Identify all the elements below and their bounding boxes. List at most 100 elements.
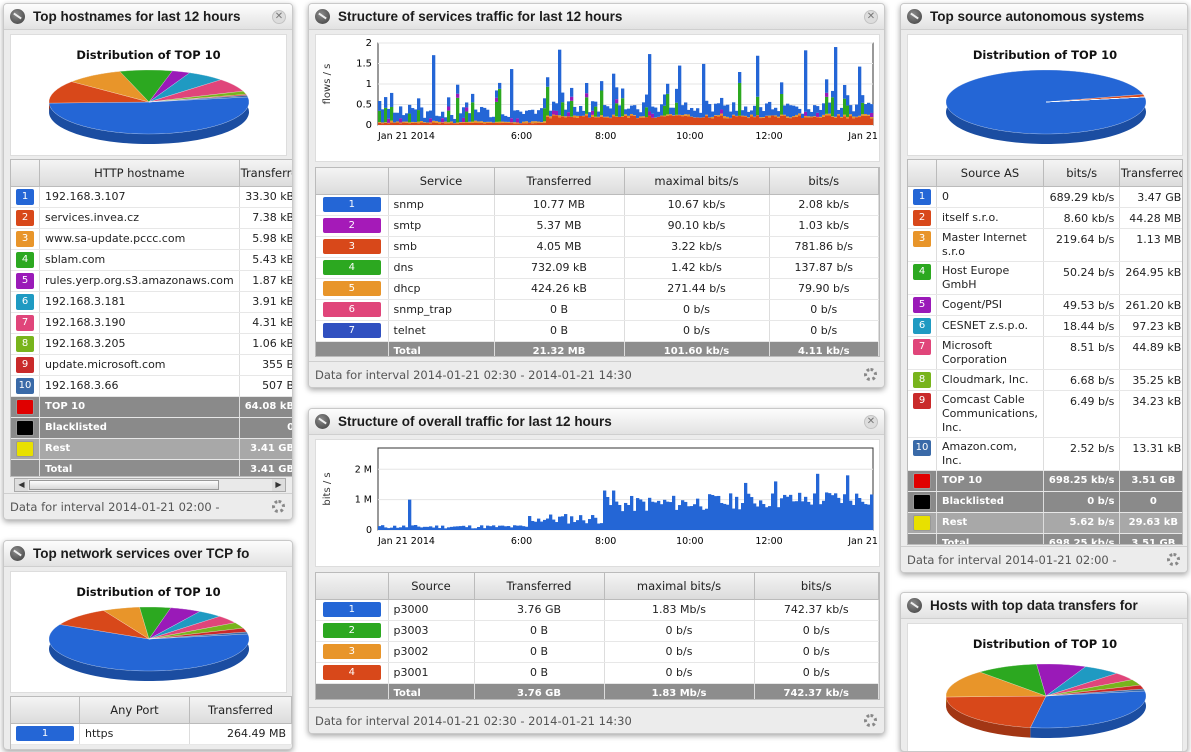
rank-badge[interactable]: 1 <box>913 189 931 205</box>
rank-badge[interactable]: 1 <box>323 602 381 617</box>
widget-header[interactable]: Structure of overall traffic for last 12… <box>309 409 884 435</box>
rank-badge[interactable]: 2 <box>16 210 34 226</box>
rank-badge[interactable]: 5 <box>323 281 381 296</box>
hostname-cell[interactable]: 192.168.3.66 <box>40 375 240 396</box>
table-row[interactable]: 7telnet0 B0 b/s0 b/s <box>316 320 879 341</box>
table-row[interactable]: 4dns732.09 kB1.42 kb/s137.87 b/s <box>316 257 879 278</box>
rank-badge[interactable]: 8 <box>16 336 34 352</box>
rank-badge[interactable]: 5 <box>913 297 931 313</box>
table-row[interactable]: 1https264.49 MB <box>11 723 292 744</box>
widget-menu-icon[interactable] <box>315 9 330 24</box>
hostname-cell[interactable]: update.microsoft.com <box>40 354 240 375</box>
table-row[interactable]: 3smb4.05 MB3.22 kb/s781.86 b/s <box>316 236 879 257</box>
rank-badge[interactable]: 10 <box>16 378 34 394</box>
hostname-cell[interactable]: 192.168.3.107 <box>40 186 240 207</box>
rank-badge[interactable]: 7 <box>16 315 34 331</box>
col-transferred[interactable]: Transferred <box>474 573 604 599</box>
col-transferred[interactable]: Transferred <box>494 168 624 194</box>
table-row[interactable]: 2smtp5.37 MB90.10 kb/s1.03 kb/s <box>316 215 879 236</box>
gear-icon[interactable] <box>864 368 877 381</box>
rank-badge[interactable]: 1 <box>16 189 34 205</box>
gear-icon[interactable] <box>272 500 285 513</box>
col-port[interactable]: Any Port <box>80 697 190 723</box>
table-row[interactable]: 6192.168.3.1813.91 kB <box>11 291 293 312</box>
table-row[interactable]: 1p30003.76 GB1.83 Mb/s742.37 kb/s <box>316 599 879 620</box>
col-max-bits[interactable]: maximal bits/s <box>604 573 754 599</box>
widget-menu-icon[interactable] <box>10 546 25 561</box>
widget-menu-icon[interactable] <box>10 9 25 24</box>
rank-badge[interactable]: 7 <box>913 339 931 355</box>
table-row[interactable]: 8192.168.3.2051.06 kB <box>11 333 293 354</box>
widget-header[interactable]: Hosts with top data transfers for <box>901 593 1187 619</box>
table-row[interactable]: 7Microsoft Corporation8.51 b/s44.89 kB <box>908 336 1183 369</box>
table-row[interactable]: 2itself s.r.o.8.60 kb/s44.28 MB <box>908 207 1183 228</box>
table-row[interactable]: 6snmp_trap0 B0 b/s0 b/s <box>316 299 879 320</box>
hostname-cell[interactable]: sblam.com <box>40 249 240 270</box>
table-row[interactable]: 8Cloudmark, Inc.6.68 b/s35.25 kB <box>908 369 1183 390</box>
widget-header[interactable]: Top source autonomous systems <box>901 4 1187 30</box>
table-row[interactable]: 3p30020 B0 b/s0 b/s <box>316 641 879 662</box>
table-row[interactable]: 4p30010 B0 b/s0 b/s <box>316 662 879 683</box>
close-icon[interactable]: ✕ <box>272 10 286 24</box>
rank-badge[interactable]: 2 <box>323 623 381 638</box>
widget-menu-icon[interactable] <box>907 598 922 613</box>
rank-badge[interactable]: 4 <box>323 665 381 680</box>
widget-menu-icon[interactable] <box>315 414 330 429</box>
table-row[interactable]: 3Master Internet s.r.o219.64 b/s1.13 MB <box>908 228 1183 261</box>
gear-icon[interactable] <box>1167 553 1180 566</box>
rank-badge[interactable]: 7 <box>323 323 381 338</box>
table-row[interactable]: 7192.168.3.1904.31 kB <box>11 312 293 333</box>
col-source-as[interactable]: Source AS <box>937 160 1044 186</box>
table-row[interactable]: 4sblam.com5.43 kB <box>11 249 293 270</box>
table-row[interactable]: 5Cogent/PSI49.53 b/s261.20 kB <box>908 294 1183 315</box>
hostname-cell[interactable]: 192.168.3.190 <box>40 312 240 333</box>
table-row[interactable]: 1snmp10.77 MB10.67 kb/s2.08 kb/s <box>316 194 879 215</box>
rank-badge[interactable]: 6 <box>913 318 931 334</box>
col-bits[interactable]: bits/s <box>1043 160 1119 186</box>
col-transferred[interactable]: Transferred <box>1120 160 1183 186</box>
table-row[interactable]: 5rules.yerp.org.s3.amazonaws.com1.87 kB <box>11 270 293 291</box>
rank-badge[interactable]: 1 <box>16 726 74 741</box>
table-row[interactable]: 10Amazon.com, Inc.2.52 b/s13.31 kB <box>908 437 1183 470</box>
rank-badge[interactable]: 3 <box>16 231 34 247</box>
table-row[interactable]: 10192.168.3.66507 B <box>11 375 293 396</box>
rank-badge[interactable]: 9 <box>16 357 34 373</box>
rank-badge[interactable]: 10 <box>913 440 931 456</box>
scroll-right-icon[interactable]: ▶ <box>272 479 285 491</box>
rank-badge[interactable]: 9 <box>913 393 931 409</box>
rank-badge[interactable]: 8 <box>913 372 931 388</box>
table-row[interactable]: 2services.invea.cz7.38 kB <box>11 207 293 228</box>
rank-badge[interactable]: 4 <box>16 252 34 268</box>
hostname-cell[interactable]: www.sa-update.pccc.com <box>40 228 240 249</box>
col-bits[interactable]: bits/s <box>754 573 879 599</box>
rank-badge[interactable]: 3 <box>323 239 381 254</box>
scroll-thumb[interactable] <box>29 480 219 490</box>
col-max-bits[interactable]: maximal bits/s <box>624 168 769 194</box>
col-source[interactable]: Source <box>388 573 474 599</box>
rank-badge[interactable]: 1 <box>323 197 381 212</box>
hostname-cell[interactable]: services.invea.cz <box>40 207 240 228</box>
col-transferred[interactable]: Transferre <box>239 160 293 186</box>
rank-badge[interactable]: 5 <box>16 273 34 289</box>
close-icon[interactable]: ✕ <box>864 10 878 24</box>
col-service[interactable]: Service <box>388 168 494 194</box>
scroll-left-icon[interactable]: ◀ <box>15 479 28 491</box>
rank-badge[interactable]: 6 <box>16 294 34 310</box>
table-row[interactable]: 5dhcp424.26 kB271.44 b/s79.90 b/s <box>316 278 879 299</box>
hostname-cell[interactable]: 192.168.3.205 <box>40 333 240 354</box>
close-icon[interactable]: ✕ <box>864 415 878 429</box>
table-row[interactable]: 2p30030 B0 b/s0 b/s <box>316 620 879 641</box>
horizontal-scrollbar[interactable]: ◀ ▶ <box>14 478 286 492</box>
rank-badge[interactable]: 2 <box>323 218 381 233</box>
table-row[interactable]: 9update.microsoft.com355 B <box>11 354 293 375</box>
col-hostname[interactable]: HTTP hostname <box>40 160 240 186</box>
table-row[interactable]: 1192.168.3.10733.30 kB <box>11 186 293 207</box>
table-row[interactable]: 6CESNET z.s.p.o.18.44 b/s97.23 kB <box>908 315 1183 336</box>
hostname-cell[interactable]: rules.yerp.org.s3.amazonaws.com <box>40 270 240 291</box>
col-transferred[interactable]: Transferred <box>190 697 292 723</box>
rank-badge[interactable]: 4 <box>323 260 381 275</box>
widget-header[interactable]: Top network services over TCP fo <box>4 541 292 567</box>
rank-badge[interactable]: 3 <box>323 644 381 659</box>
widget-header[interactable]: Structure of services traffic for last 1… <box>309 4 884 30</box>
widget-menu-icon[interactable] <box>907 9 922 24</box>
